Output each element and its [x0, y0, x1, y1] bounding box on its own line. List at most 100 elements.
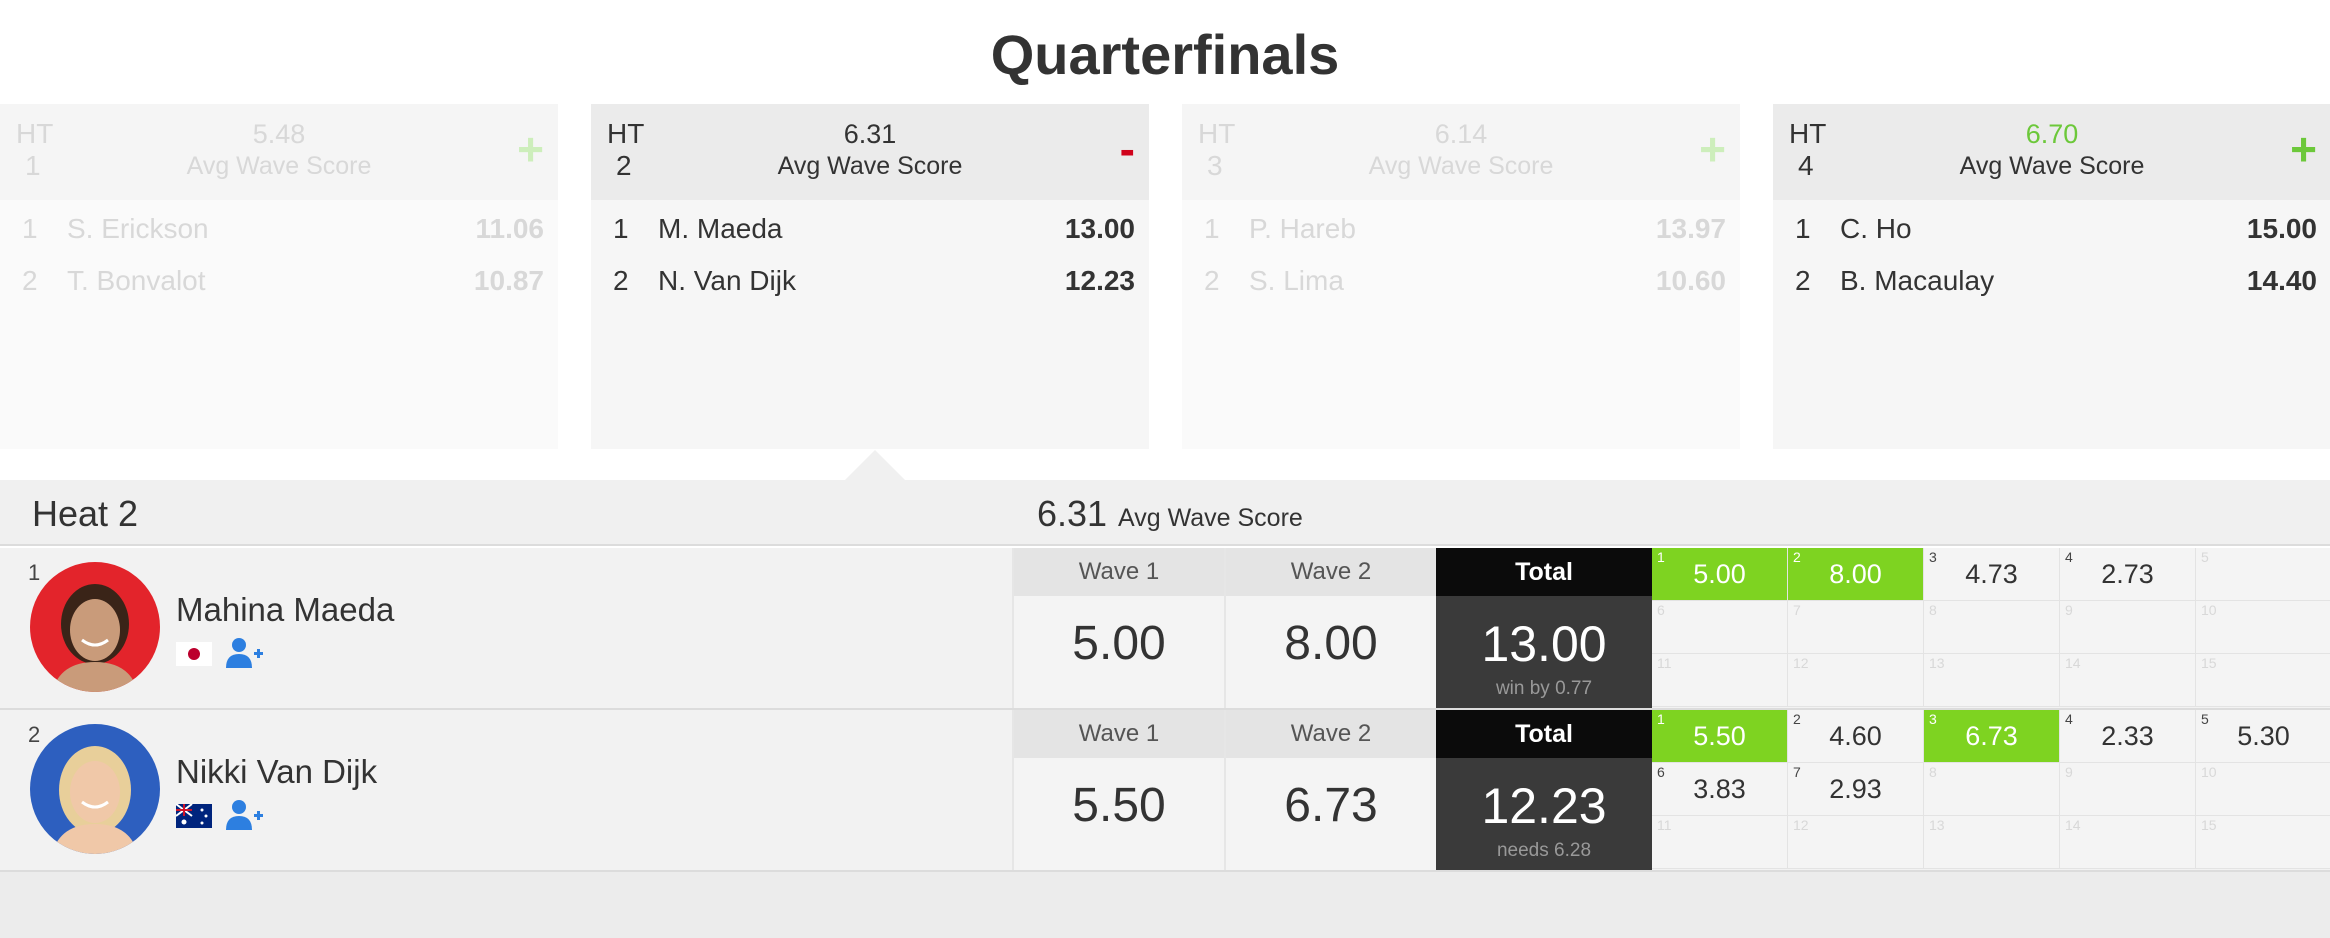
total-score: 13.00	[1481, 616, 1607, 672]
wave-1-header: Wave 1	[1012, 710, 1224, 758]
heat-card-3[interactable]: HT 3 6.14 Avg Wave Score + 1 P. Hareb 13.97…	[1182, 104, 1740, 449]
list-item: 2 S. Lima 10.60	[1204, 265, 1726, 296]
wave-cell: 8	[1924, 601, 2060, 654]
wave-cell: 2 8.00	[1788, 548, 1924, 601]
avg-wave-score: 6.14	[1434, 119, 1488, 149]
wave-cell: 6 3.83	[1652, 763, 1788, 816]
wave-cell: 7	[1788, 601, 1924, 654]
wave-2-score: 8.00	[1224, 596, 1436, 708]
wave-number: 10	[2201, 602, 2217, 618]
heat-card-header: HT 4 6.70 Avg Wave Score +	[1773, 104, 2330, 200]
heat-card-header: HT 3 6.14 Avg Wave Score +	[1182, 104, 1740, 200]
athlete-row: 1 Mahina Maeda Wave 1 Wave 2 5.00 8.00 T…	[0, 548, 2330, 710]
wave-number: 9	[2065, 764, 2073, 780]
avg-wave-score: 6.31	[843, 119, 897, 149]
wave-score: 5.50	[1693, 721, 1746, 751]
athlete-name[interactable]: Nikki Van Dijk	[176, 752, 377, 792]
wave-score: 5.30	[2237, 721, 2290, 751]
wave-score: 2.73	[2101, 559, 2154, 589]
wave-number: 15	[2201, 817, 2217, 833]
wave-score: 4.73	[1965, 559, 2018, 589]
wave-1-header: Wave 1	[1012, 548, 1224, 596]
heat-avg-wave-score: 6.31	[1037, 493, 1108, 534]
japan-flag-icon	[176, 642, 212, 666]
wave-cell: 11	[1652, 654, 1788, 707]
wave-number: 14	[2065, 817, 2081, 833]
athlete-rank: 2	[28, 722, 41, 747]
heat-card-1[interactable]: HT 1 5.48 Avg Wave Score + 1 S. Erickson 11…	[0, 104, 558, 449]
wave-cell: 3 6.73	[1924, 710, 2060, 763]
wave-number: 6	[1657, 602, 1665, 618]
wave-grid: 1 5.50 2 4.60 3 6.73 4 2.33 5 5.30 6 3.83 7 2.93 8 9 10 1…	[1652, 710, 2330, 870]
avg-wave-score: 6.70	[2025, 119, 2079, 149]
list-item: 1 P. Hareb 13.97	[1204, 213, 1726, 244]
athlete-row: 2 Nikki Van Dijk Wave 1 Wave 2 5.50 6.73…	[0, 710, 2330, 872]
wave-number: 14	[2065, 655, 2081, 671]
wave-cell: 5	[2196, 548, 2330, 601]
total-score: 12.23	[1481, 778, 1607, 834]
wave-score: 4.60	[1829, 721, 1882, 751]
wave-cell: 3 4.73	[1924, 548, 2060, 601]
wave-1-score: 5.50	[1012, 758, 1224, 870]
wave-cell: 9	[2060, 601, 2196, 654]
total-header: Total	[1436, 710, 1652, 758]
expand-icon[interactable]: +	[2290, 126, 2317, 172]
wave-cell: 15	[2196, 654, 2330, 707]
wave-cell: 8	[1924, 763, 2060, 816]
wave-1-score: 5.00	[1012, 596, 1224, 708]
wave-cell: 12	[1788, 654, 1924, 707]
wave-number: 13	[1929, 655, 1945, 671]
wave-cell: 15	[2196, 816, 2330, 869]
athlete-name[interactable]: Mahina Maeda	[176, 590, 394, 630]
avg-wave-score: 5.48	[252, 119, 306, 149]
list-item: 2 B. Macaulay 14.40	[1795, 265, 2317, 296]
total-header: Total	[1436, 548, 1652, 596]
wave-number: 12	[1793, 817, 1809, 833]
heat-card-2[interactable]: HT 2 6.31 Avg Wave Score - 1 M. Maeda 13.00…	[591, 104, 1149, 449]
heat-detail-header: Heat 2 6.31 Avg Wave Score	[0, 480, 2330, 546]
total-score-box: 13.00 win by 0.77	[1436, 596, 1652, 708]
heat-card-4[interactable]: HT 4 6.70 Avg Wave Score + 1 C. Ho 15.00 2B…	[1773, 104, 2330, 449]
heat-status: win by 0.77	[1495, 678, 1593, 699]
expand-icon[interactable]: +	[517, 126, 544, 172]
wave-number: 11	[1657, 655, 1672, 671]
collapse-icon[interactable]: -	[1120, 126, 1135, 172]
follow-athlete-icon[interactable]	[224, 636, 264, 670]
wave-score: 2.93	[1829, 774, 1882, 804]
list-item: 2 N. Van Dijk 12.23	[613, 265, 1135, 296]
wave-cell: 5 5.30	[2196, 710, 2330, 763]
wave-score: 8.00	[1829, 559, 1882, 589]
wave-2-score: 6.73	[1224, 758, 1436, 870]
wave-number: 10	[2201, 764, 2217, 780]
follow-athlete-icon[interactable]	[224, 798, 264, 832]
avg-wave-score-label: Avg Wave Score	[777, 152, 963, 180]
expand-icon[interactable]: +	[1699, 126, 1726, 172]
heat-card-header: HT 1 5.48 Avg Wave Score +	[0, 104, 558, 200]
wave-score: 2.33	[2101, 721, 2154, 751]
wave-number: 8	[1929, 764, 1937, 780]
wave-number: 9	[2065, 602, 2073, 618]
wave-cell: 12	[1788, 816, 1924, 869]
wave-score: 6.73	[1965, 721, 2018, 751]
avg-wave-score-label: Avg Wave Score	[186, 152, 372, 180]
list-item: 1 S. Erickson 11.06	[22, 213, 544, 244]
wave-cell: 4 2.73	[2060, 548, 2196, 601]
wave-number: 11	[1657, 817, 1672, 833]
avatar[interactable]	[30, 724, 160, 854]
wave-number: 5	[2201, 549, 2209, 565]
wave-cell: 14	[2060, 654, 2196, 707]
selected-heat-pointer	[845, 450, 905, 480]
wave-cell: 13	[1924, 654, 2060, 707]
wave-grid: 1 5.00 2 8.00 3 4.73 4 2.73 5 6 7 8 9 10 11 12 13 14 15	[1652, 548, 2330, 708]
avg-wave-score-label: Avg Wave Score	[1959, 152, 2145, 180]
heat-title: Heat 2	[32, 493, 139, 534]
list-item: 1 M. Maeda 13.00	[613, 213, 1135, 244]
wave-cell: 9	[2060, 763, 2196, 816]
footer-band	[0, 872, 2330, 938]
heat-avg-wave-score-label: Avg Wave Score	[1118, 504, 1303, 532]
athlete-rank: 1	[28, 560, 41, 585]
avg-wave-score-label: Avg Wave Score	[1368, 152, 1554, 180]
australia-flag-icon	[176, 804, 212, 828]
avatar[interactable]	[30, 562, 160, 692]
wave-cell: 1 5.00	[1652, 548, 1788, 601]
